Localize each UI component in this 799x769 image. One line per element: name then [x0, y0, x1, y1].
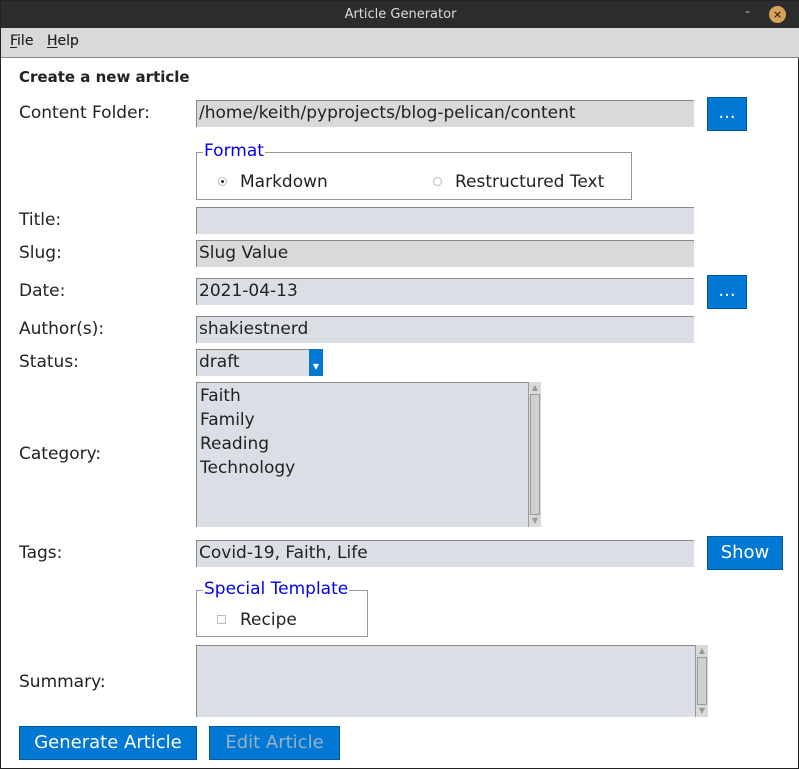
tags-label: Tags:: [19, 543, 63, 563]
category-listbox[interactable]: Faith Family Reading Technology: [196, 382, 528, 527]
summary-label: Summary:: [19, 672, 106, 692]
recipe-checkbox[interactable]: [217, 615, 226, 624]
menu-label-rest: elp: [57, 33, 79, 49]
menu-label-rest: ile: [17, 33, 34, 49]
scroll-down-icon[interactable]: ▼: [696, 705, 708, 717]
scroll-up-icon[interactable]: ▲: [696, 645, 708, 657]
menu-file[interactable]: File File: [10, 33, 33, 49]
menu-bar: File File Help Help: [1, 28, 799, 58]
summary-textarea[interactable]: [196, 645, 695, 717]
slug-field[interactable]: Slug Value: [196, 240, 694, 267]
close-icon[interactable]: ×: [769, 6, 786, 23]
list-item[interactable]: Family: [199, 408, 528, 432]
author-field[interactable]: shakiestnerd: [196, 316, 694, 343]
author-label: Author(s):: [19, 319, 105, 339]
restructured-text-radio[interactable]: [433, 177, 442, 186]
browse-folder-button[interactable]: ...: [707, 97, 747, 131]
edit-article-button[interactable]: Edit Article: [209, 726, 340, 760]
date-label: Date:: [19, 281, 66, 301]
mnemonic: F: [10, 33, 18, 49]
content-folder-label: Content Folder:: [19, 103, 150, 123]
content-folder-field[interactable]: /home/keith/pyprojects/blog-pelican/cont…: [196, 100, 694, 127]
summary-scrollbar[interactable]: ▲ ▼: [695, 645, 708, 717]
format-frame: Format Markdown Restructured Text: [196, 142, 632, 200]
scroll-thumb[interactable]: [697, 657, 707, 705]
window-title: Article Generator: [344, 7, 457, 22]
slug-label: Slug:: [19, 243, 62, 263]
category-label: Category:: [19, 444, 102, 464]
format-legend: Format: [203, 141, 265, 161]
scroll-down-icon[interactable]: ▼: [529, 515, 541, 527]
menu-mnemonic-overlay: Help: [47, 33, 79, 49]
special-template-legend: Special Template: [203, 579, 350, 599]
menu-mnemonic-overlay: File: [10, 33, 33, 49]
restructured-text-label[interactable]: Restructured Text: [455, 172, 604, 192]
title-label: Title:: [19, 210, 62, 230]
chevron-down-icon[interactable]: ▼: [309, 349, 323, 376]
mnemonic: H: [47, 33, 58, 49]
category-scrollbar[interactable]: ▲ ▼: [528, 382, 541, 527]
date-picker-button[interactable]: ...: [707, 275, 747, 309]
scroll-thumb[interactable]: [530, 394, 540, 515]
title-field[interactable]: [196, 207, 694, 234]
date-field[interactable]: 2021-04-13: [196, 278, 694, 305]
minimize-icon[interactable]: -: [745, 1, 750, 23]
title-bar: Article Generator: [1, 1, 799, 28]
generate-article-button[interactable]: Generate Article: [19, 726, 197, 760]
list-item[interactable]: Faith: [199, 384, 528, 408]
markdown-radio[interactable]: [218, 177, 227, 186]
list-item[interactable]: Reading: [199, 432, 528, 456]
status-combobox[interactable]: draft: [196, 349, 323, 376]
page-title: Create a new article: [19, 68, 190, 86]
markdown-label[interactable]: Markdown: [240, 172, 328, 192]
status-label: Status:: [19, 352, 79, 372]
recipe-label[interactable]: Recipe: [240, 610, 297, 630]
list-item[interactable]: Technology: [199, 456, 528, 480]
special-template-frame: Special Template Recipe: [196, 580, 368, 637]
tags-field[interactable]: Covid-19, Faith, Life: [196, 540, 694, 567]
menu-help[interactable]: Help Help: [47, 33, 79, 49]
scroll-up-icon[interactable]: ▲: [529, 382, 541, 394]
show-tags-button[interactable]: Show: [707, 536, 783, 570]
status-value: draft: [199, 352, 240, 372]
